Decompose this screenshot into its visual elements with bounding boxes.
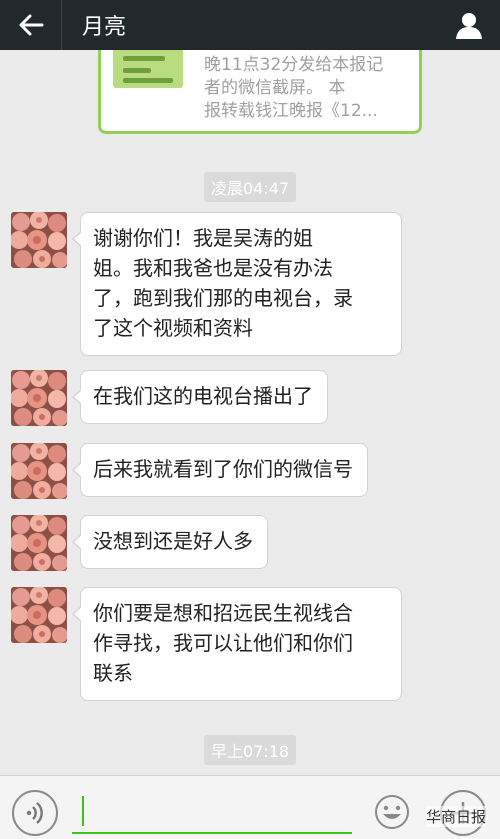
article-excerpt-line: 者的微信截屏。 本 (204, 78, 346, 98)
avatar[interactable] (11, 443, 67, 499)
voice-icon (26, 802, 43, 824)
message-line: 了这个视频和资料 (93, 316, 253, 340)
voice-button[interactable] (12, 790, 58, 836)
shared-article-card[interactable]: 晚11点32分发给本报记 者的微信截屏。 本 报转载钱江晚报《12... (98, 50, 422, 134)
message-line: 作寻找，我可以让他们和你们 (93, 631, 353, 655)
timestamp: 早上07:18 (0, 735, 500, 765)
profile-button[interactable] (452, 8, 486, 42)
emoji-button[interactable] (372, 792, 412, 832)
message-line: 在我们这的电视台播出了 (93, 384, 313, 408)
back-button[interactable] (0, 0, 62, 50)
rose-avatar-icon (11, 212, 67, 268)
message-bubble[interactable]: 你们要是想和招远民生视线合 作寻找，我可以让他们和你们 联系 (72, 587, 402, 701)
message-bubble[interactable]: 没想到还是好人多 (72, 515, 268, 569)
person-icon (456, 13, 482, 39)
message-line: 没想到还是好人多 (93, 529, 253, 553)
chat-title: 月亮 (82, 15, 127, 40)
avatar[interactable] (11, 587, 67, 643)
watermark: 华商日报 (425, 806, 486, 827)
message-line: 你们要是想和招远民生视线合 (93, 601, 353, 625)
message-line: 联系 (93, 661, 133, 685)
rose-avatar-icon (11, 443, 67, 499)
timestamp-label: 早上07:18 (203, 735, 297, 765)
message-line: 了，跑到我们那的电视台，录 (93, 286, 353, 310)
rose-avatar-icon (11, 370, 67, 426)
avatar[interactable] (11, 212, 67, 268)
avatar[interactable] (11, 515, 67, 571)
message-bubble[interactable]: 后来我就看到了你们的微信号 (72, 443, 368, 497)
avatar[interactable] (11, 370, 67, 426)
article-excerpt-line: 报转载钱江晚报《12... (204, 101, 378, 121)
rose-avatar-icon (11, 515, 67, 571)
message-line: 谢谢你们！我是吴涛的姐 (93, 226, 313, 250)
message-line: 姐。我和我爸也是没有办法 (93, 256, 333, 280)
timestamp: 凌晨04:47 (0, 172, 500, 202)
message-bubble[interactable]: 在我们这的电视台播出了 (72, 370, 328, 424)
rose-avatar-icon (11, 587, 67, 643)
message-line: 后来我就看到了你们的微信号 (93, 457, 353, 481)
article-excerpt-line: 晚11点32分发给本报记 (204, 55, 384, 75)
timestamp-label: 凌晨04:47 (203, 172, 297, 202)
arrow-left-icon (19, 14, 43, 36)
message-input[interactable] (72, 788, 352, 834)
text-cursor (82, 796, 84, 826)
article-excerpt: 晚11点32分发给本报记 者的微信截屏。 本 报转载钱江晚报《12... (204, 54, 404, 123)
emoji-icon (375, 795, 409, 829)
message-bubble[interactable]: 谢谢你们！我是吴涛的姐 姐。我和我爸也是没有办法 了，跑到我们那的电视台，录 了… (72, 212, 402, 356)
article-thumbnail (113, 50, 183, 88)
chat-header: 月亮 (0, 0, 500, 50)
